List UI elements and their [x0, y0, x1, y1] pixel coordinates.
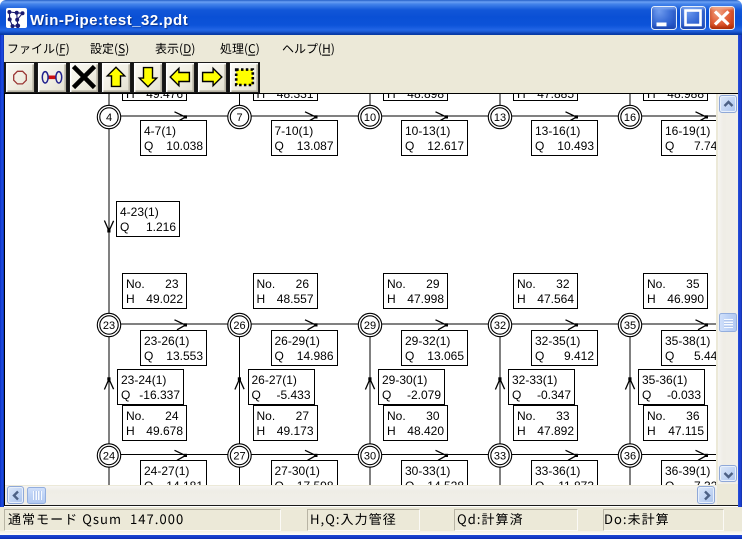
svg-text:33: 33	[494, 450, 506, 462]
svg-text:36: 36	[624, 450, 636, 462]
svg-text:23: 23	[103, 320, 115, 332]
svg-text:30: 30	[364, 450, 376, 462]
svg-text:27: 27	[233, 450, 245, 462]
svg-text:29: 29	[364, 320, 376, 332]
svg-text:4: 4	[106, 112, 112, 124]
svg-text:13: 13	[494, 112, 506, 124]
svg-text:10: 10	[364, 112, 376, 124]
svg-text:32: 32	[494, 320, 506, 332]
svg-text:26: 26	[233, 320, 245, 332]
svg-text:16: 16	[624, 112, 636, 124]
svg-text:7: 7	[236, 112, 242, 124]
svg-text:24: 24	[103, 450, 115, 462]
svg-text:35: 35	[624, 320, 636, 332]
